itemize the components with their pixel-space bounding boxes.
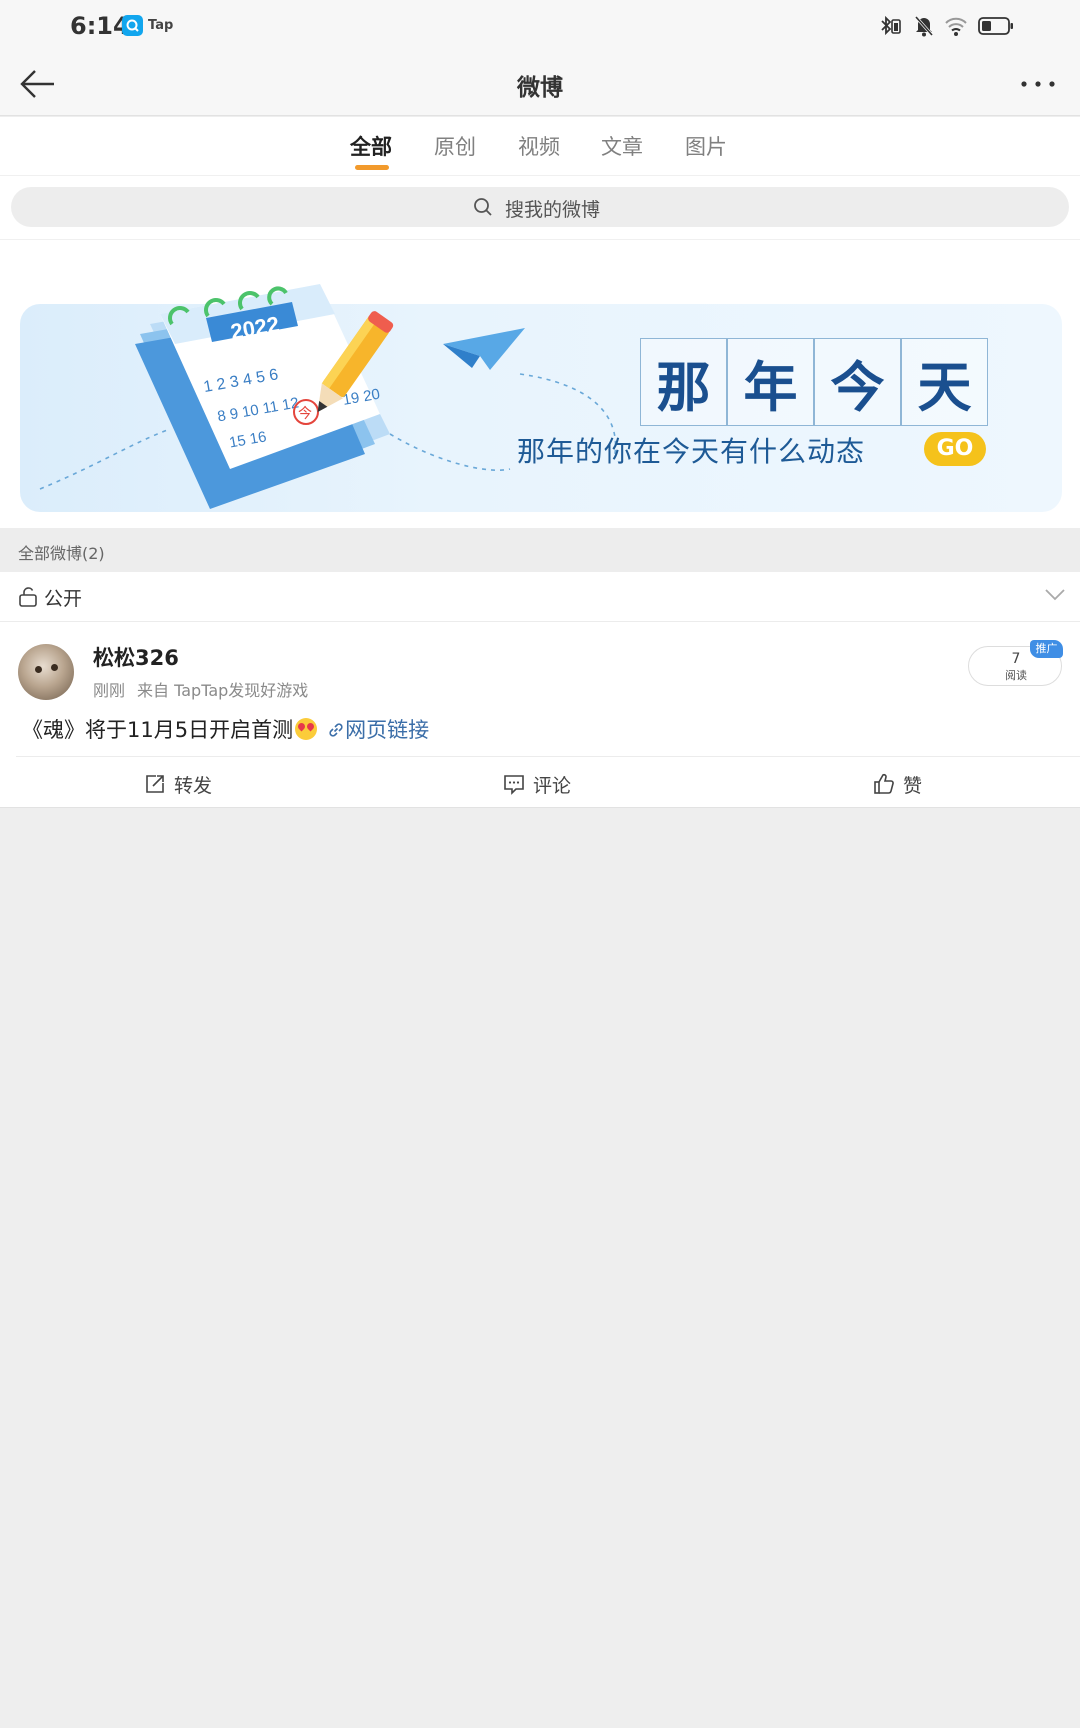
active-tab-indicator [355,165,389,170]
username[interactable]: 松松326 [93,642,179,672]
repost-button[interactable]: 转发 [144,770,212,798]
banner-title-char: 那 [640,338,727,426]
avatar[interactable] [18,644,74,700]
page-title: 微博 [517,75,563,101]
privacy-filter[interactable]: 公开 [0,572,1080,622]
section-header: 全部微博(2) [0,528,1080,572]
go-button[interactable]: GO [924,432,986,466]
tab-original[interactable]: 原创 [434,131,476,161]
banner-title-char: 今 [814,338,901,426]
post-meta: 刚刚 来自 TapTap发现好游戏 [93,677,308,701]
post-card[interactable]: 松松326 刚刚 来自 TapTap发现好游戏 7 阅读 推广 《魂》将于11月5… [0,622,1080,808]
repost-icon [146,775,164,793]
post-text: 《魂》将于11月5日开启首测 网页链接 [22,714,429,744]
on-this-day-banner[interactable]: 2022 1 2 3 4 5 6 8 9 10 11 12 15 16 19 2… [20,284,1062,512]
promo-badge[interactable]: 推广 [1030,640,1063,658]
heart-eyes-emoji-icon [295,718,318,740]
comment-button[interactable]: 评论 [503,770,571,798]
status-icons [878,14,1014,38]
tab-images[interactable]: 图片 [685,131,727,161]
web-link[interactable]: 网页链接 [345,718,429,742]
link-icon [329,723,343,737]
section-label: 全部微博(2) [18,544,105,563]
wifi-icon [945,17,967,36]
banner-title-char: 年 [727,338,814,426]
tab-article[interactable]: 文章 [601,131,643,161]
post-source: 来自 TapTap发现好游戏 [137,681,309,700]
status-time: 6:14 [70,12,130,40]
banner-title: 那 年 今 天 [640,338,990,426]
more-dots-icon [1021,81,1055,87]
banner-subtitle: 那年的你在今天有什么动态 [517,435,866,468]
banner-title-char: 天 [901,338,988,426]
like-button[interactable]: 赞 [873,770,922,798]
thumbs-up-icon [874,773,894,794]
search-input[interactable]: 搜我的微博 [11,187,1069,227]
post-body: 《魂》将于11月5日开启首测 [22,718,294,742]
like-label: 赞 [903,774,923,797]
banner-section: 2022 1 2 3 4 5 6 8 9 10 11 12 15 16 19 2… [0,240,1080,528]
today-mark: 今 [298,406,312,422]
battery-icon [978,17,1013,35]
search-placeholder: 搜我的微博 [505,199,601,221]
bluetooth-icon [881,15,901,36]
post-divider [16,756,1080,757]
read-label: 阅读 [1005,669,1027,682]
tap-app-icon [122,15,143,36]
unlock-icon [19,587,37,607]
repost-label: 转发 [174,774,213,797]
status-bar: 6:14 Tap [0,0,1080,52]
mute-icon [914,16,934,37]
search-icon [474,198,492,216]
search-section: 搜我的微博 [0,176,1080,240]
nav-bar: 微博 [0,52,1080,116]
status-app-label: Tap [148,18,174,33]
privacy-label: 公开 [44,588,83,610]
post-time: 刚刚 [93,681,126,700]
more-button[interactable] [1018,72,1058,96]
comment-icon [504,775,524,795]
tab-bar: 全部 原创 视频 文章 图片 [0,117,1080,176]
tab-video[interactable]: 视频 [518,131,560,161]
chevron-down-icon [1045,589,1065,601]
tab-all[interactable]: 全部 [350,131,392,161]
comment-label: 评论 [533,774,572,797]
